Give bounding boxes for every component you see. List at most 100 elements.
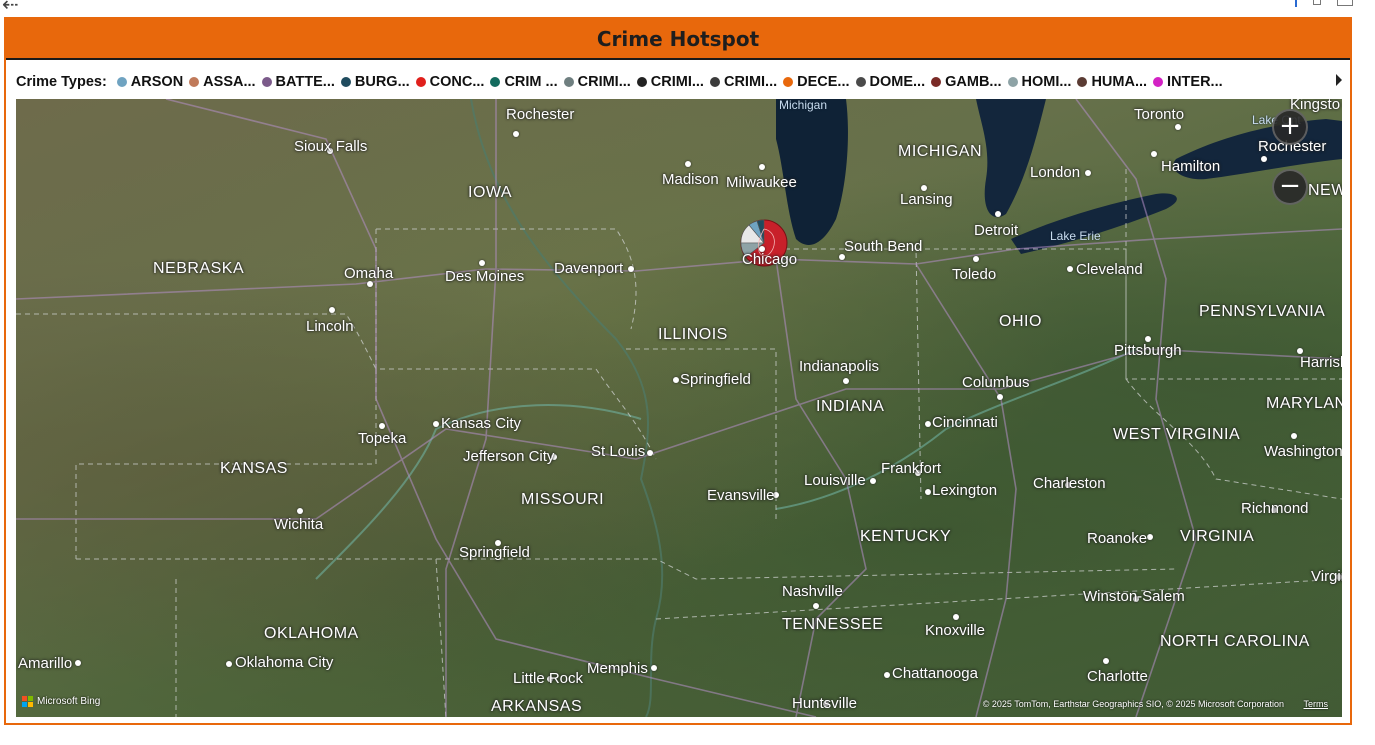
- city-label: St Louis: [591, 443, 646, 460]
- city-marker-icon: [953, 614, 959, 620]
- legend-item-label: CONC...: [429, 74, 485, 90]
- city-label: Charleston: [1033, 475, 1106, 492]
- city-label: Davenport: [554, 260, 624, 277]
- terms-link[interactable]: Terms: [1304, 699, 1329, 709]
- city-marker-icon: [925, 421, 931, 427]
- city-marker-icon: [1103, 658, 1109, 664]
- microsoft-logo-icon: [22, 696, 33, 707]
- legend-dot-icon: [783, 77, 794, 87]
- bing-logo-label: Microsoft Bing: [37, 696, 101, 707]
- legend-item[interactable]: DOME...: [855, 74, 926, 90]
- city-label: Evansville: [707, 487, 775, 504]
- city-label: South Bend: [844, 238, 923, 255]
- city-label: Toledo: [952, 266, 997, 283]
- legend-item[interactable]: HOMI...: [1007, 74, 1071, 90]
- legend-dot-icon: [931, 77, 942, 87]
- legend-item-label: HUMA...: [1091, 74, 1148, 90]
- focus-mode-icon[interactable]: [1295, 0, 1297, 7]
- city-label: Detroit: [974, 222, 1019, 239]
- city-marker-icon: [1147, 534, 1153, 540]
- legend-dot-icon: [1007, 77, 1018, 87]
- legend-dot-icon: [855, 77, 866, 87]
- city-label: Milwaukee: [726, 174, 797, 191]
- legend-item-label: CRIM ...: [504, 74, 558, 90]
- city-label: Amarillo: [18, 655, 73, 672]
- city-marker-icon: [479, 260, 485, 266]
- city-marker-icon: [1067, 266, 1073, 272]
- city-label: Washington: [1264, 443, 1342, 460]
- legend-item[interactable]: DECE...: [783, 74, 850, 90]
- state-label: IOWA: [468, 184, 513, 201]
- legend-item[interactable]: CRIMI...: [709, 74, 777, 90]
- city-label: Nashville: [782, 583, 843, 600]
- city-marker-icon: [513, 131, 519, 137]
- legend-dot-icon: [116, 77, 127, 87]
- legend-item[interactable]: HUMA...: [1077, 74, 1147, 90]
- filter-icon[interactable]: [1313, 0, 1321, 5]
- back-arrow-icon[interactable]: ⇠: [2, 0, 19, 14]
- city-marker-icon: [1151, 151, 1157, 157]
- city-label: Frankfort: [881, 460, 942, 477]
- city-label: Madison: [662, 171, 719, 188]
- city-marker-icon: [1261, 156, 1267, 162]
- legend-item[interactable]: CRIMI...: [636, 74, 704, 90]
- legend-item[interactable]: ASSA...: [189, 74, 256, 90]
- zoom-out-button[interactable]: −: [1272, 169, 1308, 205]
- legend-item[interactable]: ARSON: [116, 74, 184, 90]
- city-marker-icon: [813, 603, 819, 609]
- legend-item[interactable]: CONC...: [415, 74, 485, 90]
- legend-dot-icon: [490, 77, 501, 87]
- city-marker-icon: [995, 211, 1001, 217]
- city-label: Lansing: [900, 191, 953, 208]
- legend-item-label: CRIMI...: [650, 74, 704, 90]
- state-label: ARKANSAS: [491, 698, 583, 715]
- city-label: Chattanooga: [892, 665, 978, 682]
- city-label: Lexington: [932, 482, 998, 499]
- city-label: Pittsburgh: [1114, 342, 1182, 359]
- zoom-in-button[interactable]: +: [1272, 109, 1308, 145]
- legend-item-label: BATTE...: [275, 74, 335, 90]
- state-label: NEBRASKA: [153, 260, 245, 277]
- legend-item[interactable]: GAMB...: [931, 74, 1002, 90]
- city-label: Richmond: [1241, 500, 1309, 517]
- city-marker-icon: [1085, 170, 1091, 176]
- city-marker-icon: [651, 665, 657, 671]
- legend-item[interactable]: BURG...: [340, 74, 410, 90]
- legend-items: ARSON ASSA... BATTE... BURG... CONC... CRIM .…: [116, 74, 1229, 90]
- legend-item-label: ASSA...: [203, 74, 256, 90]
- legend-item[interactable]: INTER...: [1153, 74, 1223, 90]
- city-marker-icon: [329, 307, 335, 313]
- visual-title-bar: Crime Hotspot: [6, 19, 1350, 60]
- city-label: Knoxville: [925, 622, 986, 639]
- state-label: WEST VIRGINIA: [1113, 426, 1241, 443]
- city-label: Hamilton: [1161, 158, 1221, 175]
- city-label: Toronto: [1134, 106, 1185, 123]
- city-label: Chicago: [742, 251, 798, 268]
- expand-icon[interactable]: [1337, 0, 1353, 6]
- state-label: MICHIGAN: [898, 143, 982, 160]
- city-label: Little Rock: [513, 670, 584, 687]
- legend-item[interactable]: BATTE...: [261, 74, 335, 90]
- legend-dot-icon: [1153, 77, 1164, 87]
- legend-item[interactable]: CRIM ...: [490, 74, 558, 90]
- lake-huron: [976, 99, 1046, 218]
- city-marker-icon: [1175, 124, 1181, 130]
- legend-next-arrow-icon[interactable]: [1336, 74, 1342, 86]
- state-label: NEW Y: [1308, 182, 1342, 199]
- city-label: Springfield: [680, 371, 751, 388]
- state-label: KANSAS: [220, 460, 288, 477]
- map-canvas[interactable]: NEBRASKA IOWA ILLINOIS INDIANA OHIO MICHIGAN P…: [16, 99, 1342, 717]
- city-label: Jefferson City: [463, 448, 555, 465]
- map-copyright: © 2025 TomTom, Earthstar Geographics SIO…: [982, 699, 1284, 709]
- legend-item-label: ARSON: [130, 74, 184, 90]
- state-label: INDIANA: [816, 398, 885, 415]
- legend: Crime Types: ARSON ASSA... BATTE... BURG...…: [16, 71, 1342, 93]
- city-marker-icon: [433, 421, 439, 427]
- legend-item[interactable]: CRIMI...: [563, 74, 631, 90]
- city-label: Columbus: [962, 374, 1030, 391]
- city-label: Virgini: [1311, 568, 1342, 585]
- legend-item-label: DOME...: [869, 74, 926, 90]
- state-label: TENNESSEE: [782, 616, 884, 633]
- city-label: Indianapolis: [799, 358, 880, 375]
- city-marker-icon: [628, 266, 634, 272]
